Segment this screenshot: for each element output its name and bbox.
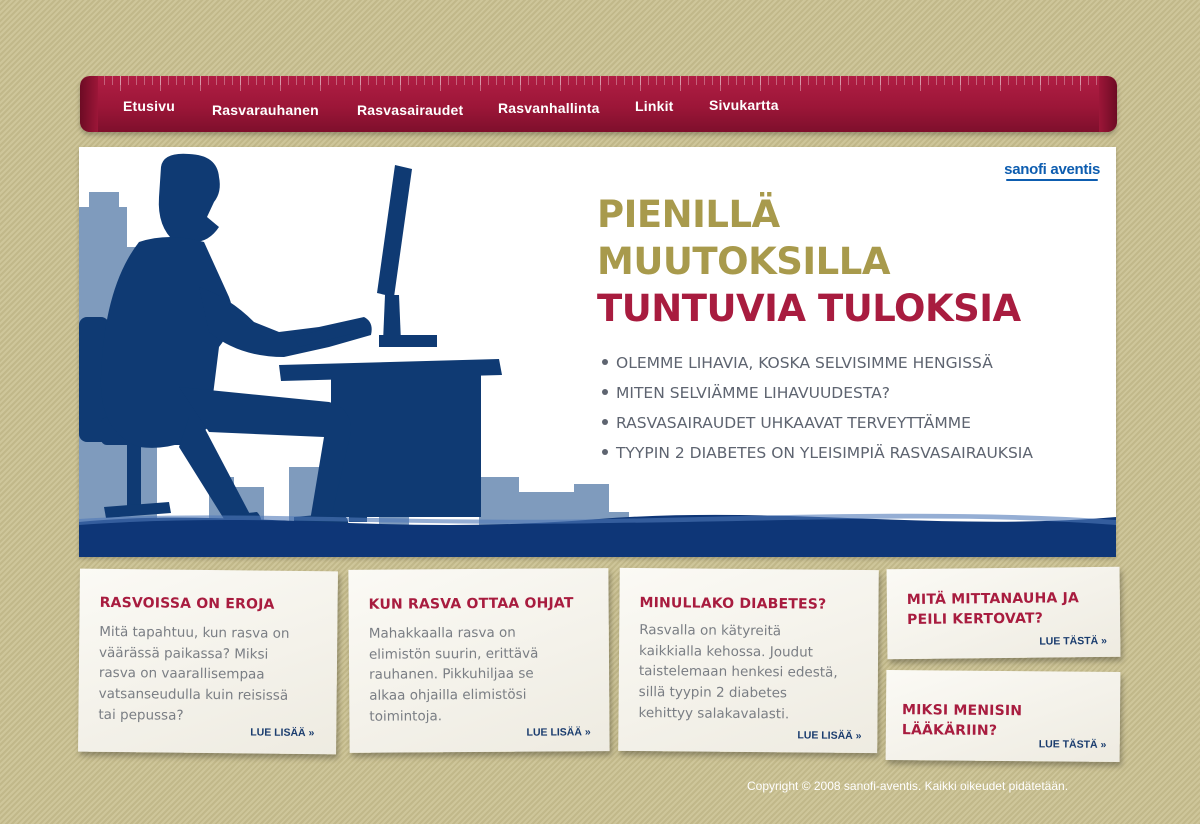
card-body-line: alkaa ohjailla elimistösi bbox=[369, 686, 527, 704]
bullet-dot-icon bbox=[602, 388, 608, 395]
nav-item-rasvasairaudet[interactable]: Rasvasairaudet bbox=[357, 102, 463, 118]
card-body: Rasvalla on kätyreitä kaikkialla kehossa… bbox=[638, 620, 838, 725]
read-more-link[interactable]: LUE LISÄÄ » bbox=[797, 729, 861, 742]
card-minullako-diabetes: MINULLAKO DIABETES? Rasvalla on kätyreit… bbox=[618, 567, 879, 754]
main-nav: Etusivu Rasvarauhanen Rasvasairaudet Ras… bbox=[80, 76, 1117, 132]
card-body-line: Mitä tapahtuu, kun rasva on bbox=[99, 623, 290, 642]
card-title: MIKSI MENISIN LÄÄKÄRIIN? bbox=[901, 702, 1023, 739]
nav-item-rasvarauhanen[interactable]: Rasvarauhanen bbox=[212, 102, 319, 118]
card-body-line: elimistön suurin, erittävä bbox=[368, 645, 539, 663]
hero-bullet-list: OLEMME LIHAVIA, KOSKA SELVISIMME HENGISS… bbox=[602, 348, 1033, 468]
card-body-line: taistelemaan henkesi edestä, bbox=[638, 663, 838, 682]
read-here-link[interactable]: LUE TÄSTÄ » bbox=[1039, 635, 1107, 648]
headline-line-2: MUUTOKSILLA bbox=[597, 240, 890, 283]
tape-end-left bbox=[80, 76, 98, 132]
hero-bullet-link[interactable]: MITEN SELVIÄMME LIHAVUUDESTA? bbox=[602, 378, 1033, 408]
card-body-line: toimintoja. bbox=[369, 708, 443, 725]
hero-headline: PIENILLÄ MUUTOKSILLA TUNTUVIA TULOKSIA bbox=[597, 191, 1021, 332]
card-body: Mahakkaalla rasva on elimistön suurin, e… bbox=[369, 623, 539, 728]
card-body-line: rasva on vaarallisempaa bbox=[98, 665, 265, 683]
card-body-line: sillä tyypin 2 diabetes bbox=[638, 684, 788, 702]
card-title-line: MITÄ MITTANAUHA JA bbox=[906, 590, 1080, 609]
logo-text: sanofi aventis bbox=[1004, 161, 1100, 178]
bullet-text: MITEN SELVIÄMME LIHAVUUDESTA? bbox=[616, 384, 890, 402]
card-body-line: rauhanen. Pikkuhiljaa se bbox=[369, 666, 534, 684]
hero-bullet-link[interactable]: OLEMME LIHAVIA, KOSKA SELVISIMME HENGISS… bbox=[602, 348, 1033, 378]
nav-item-sivukartta[interactable]: Sivukartta bbox=[709, 97, 779, 113]
card-miksi-menisin-laakariin: MIKSI MENISIN LÄÄKÄRIIN? LUE TÄSTÄ » bbox=[885, 669, 1121, 763]
card-rasvoissa-on-eroja: RASVOISSA ON EROJA Mitä tapahtuu, kun ra… bbox=[78, 568, 338, 755]
card-body-line: Rasvalla on kätyreitä bbox=[639, 622, 782, 640]
card-title: RASVOISSA ON EROJA bbox=[99, 594, 275, 613]
nav-item-etusivu[interactable]: Etusivu bbox=[123, 98, 175, 114]
headline-line-1: PIENILLÄ bbox=[597, 193, 780, 236]
card-title: KUN RASVA OTTAA OHJAT bbox=[368, 595, 574, 613]
card-title: MINULLAKO DIABETES? bbox=[639, 595, 827, 613]
headline-line-3: TUNTUVIA TULOKSIA bbox=[597, 287, 1021, 330]
bullet-dot-icon bbox=[602, 418, 608, 425]
tape-end-right bbox=[1099, 76, 1117, 132]
bullet-text: OLEMME LIHAVIA, KOSKA SELVISIMME HENGISS… bbox=[616, 354, 993, 372]
bullet-text: RASVASAIRAUDET UHKAAVAT TERVEYTTÄMME bbox=[616, 414, 971, 432]
read-more-link[interactable]: LUE LISÄÄ » bbox=[526, 726, 590, 738]
logo-swoosh bbox=[1006, 179, 1098, 181]
hero-banner: sanofi aventis PIENILLÄ MUUTOKSILLA TUNT… bbox=[79, 147, 1116, 557]
card-mittanauha-ja-peili: MITÄ MITTANAUHA JA PEILI KERTOVAT? LUE T… bbox=[886, 566, 1121, 660]
hero-bullet-link[interactable]: TYYPIN 2 DIABETES ON YLEISIMPIÄ RASVASAI… bbox=[602, 438, 1033, 468]
card-body-line: kaikkialla kehossa. Joudut bbox=[639, 642, 814, 661]
card-title-line: PEILI KERTOVAT? bbox=[906, 610, 1044, 629]
nav-item-linkit[interactable]: Linkit bbox=[635, 98, 674, 114]
read-here-link[interactable]: LUE TÄSTÄ » bbox=[1039, 738, 1107, 751]
hero-bullet-link[interactable]: RASVASAIRAUDET UHKAAVAT TERVEYTTÄMME bbox=[602, 408, 1033, 438]
card-body-line: kehittyy salakavalasti. bbox=[638, 704, 790, 723]
sanofi-aventis-logo: sanofi aventis bbox=[1004, 161, 1100, 181]
card-kun-rasva-ottaa-ohjat: KUN RASVA OTTAA OHJAT Mahakkaalla rasva … bbox=[348, 568, 610, 753]
card-body-line: vatsanseudulla kuin reisissä bbox=[98, 685, 289, 704]
card-body-line: väärässä paikassa? Miksi bbox=[99, 644, 269, 663]
read-more-link[interactable]: LUE LISÄÄ » bbox=[250, 726, 314, 739]
card-title: MITÄ MITTANAUHA JA PEILI KERTOVAT? bbox=[907, 588, 1080, 630]
bullet-dot-icon bbox=[602, 448, 608, 455]
card-body-line: tai pepussa? bbox=[98, 706, 184, 724]
nav-item-rasvanhallinta[interactable]: Rasvanhallinta bbox=[498, 100, 600, 116]
bullet-dot-icon bbox=[602, 358, 608, 365]
bullet-text: TYYPIN 2 DIABETES ON YLEISIMPIÄ RASVASAI… bbox=[616, 444, 1033, 462]
tape-ticks-major bbox=[80, 76, 1117, 91]
copyright-text: Copyright © 2008 sanofi-aventis. Kaikki … bbox=[747, 779, 1069, 793]
card-body: Mitä tapahtuu, kun rasva on väärässä pai… bbox=[98, 622, 289, 728]
card-body-line: Mahakkaalla rasva on bbox=[368, 624, 516, 642]
